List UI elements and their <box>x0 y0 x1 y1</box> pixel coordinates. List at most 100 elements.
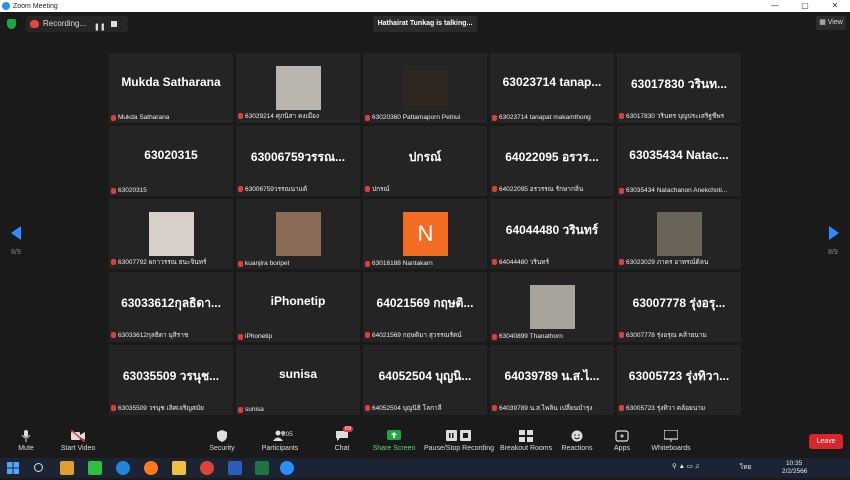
participant-name-label: 63016188 Nantakarn <box>365 260 433 267</box>
tray-icons[interactable]: ⚲ ▲ ▭ ♫ <box>672 463 700 471</box>
page-indicator-left: 8/9 <box>11 249 21 256</box>
participant-tile[interactable]: Mukda Satharana Mukda Satharana <box>109 53 233 123</box>
participant-tile[interactable]: 63035509 วรนุช... 63035509 วรนุช เลิศเจริ… <box>109 345 233 415</box>
muted-mic-icon <box>492 333 497 340</box>
muted-mic-icon <box>111 114 116 121</box>
participant-tile[interactable]: 63035434 Natac... 63035434 Natachanon Ane… <box>617 126 741 196</box>
zoom-logo-icon <box>2 2 10 10</box>
muted-mic-icon <box>111 259 116 265</box>
file-explorer-icon[interactable] <box>172 461 186 475</box>
breakout-rooms-icon <box>519 430 533 442</box>
prev-page-arrow-icon[interactable] <box>11 226 21 240</box>
muted-mic-icon <box>111 187 116 194</box>
participant-tile[interactable]: 63006759วรรณ... 63006759วรรณนาแต้ <box>236 126 360 196</box>
participant-tile[interactable]: iPhonetip iPhonetip <box>236 272 360 342</box>
participant-name-text: sunisa <box>245 406 264 413</box>
recording-label: Recording... <box>43 19 87 28</box>
excel-icon[interactable] <box>255 461 269 475</box>
participant-tile[interactable]: 64022095 อรวร... 64022095 อรวรรณ รักษากลิ… <box>490 126 614 196</box>
participant-name-text: 64022095 อรวรรณ รักษากลิ่น <box>499 186 584 193</box>
maximize-icon[interactable]: ▢ <box>790 0 820 12</box>
breakout-rooms-button[interactable]: Breakout Rooms <box>500 425 552 458</box>
participant-name-text: ปกรณ์ <box>372 186 390 193</box>
participant-tile[interactable]: N 63016188 Nantakarn <box>363 199 487 269</box>
zoom-taskbar-icon[interactable] <box>280 461 294 475</box>
share-screen-label: Share Screen <box>372 445 416 452</box>
participant-tile[interactable]: sunisa sunisa <box>236 345 360 415</box>
participant-tile[interactable]: 63007792 ผกาวรรณ ธนะจินทร์ <box>109 199 233 269</box>
firefox-icon[interactable] <box>144 461 158 475</box>
security-button[interactable]: Security <box>206 425 238 458</box>
muted-mic-icon <box>365 260 370 267</box>
participant-name-label: 64021569 กฤษติมา สุวรรณรัตน์ <box>365 330 462 340</box>
participant-name-label: 63035434 Natachanon Anekchoti... <box>619 187 727 194</box>
participant-display-name: 64021569 กฤษติ... <box>376 296 474 310</box>
chrome-icon[interactable] <box>200 461 214 475</box>
participant-tile[interactable]: 63005723 รุ่งทิวา... 63005723 รุ่งทิวา คล… <box>617 345 741 415</box>
share-screen-icon <box>387 430 401 442</box>
participant-name-label: sunisa <box>238 406 264 413</box>
participant-tile[interactable]: 64044480 วรินทร์ 64044480 วรินทร์ <box>490 199 614 269</box>
participant-display-name: 63007778 รุ่งอรุ... <box>632 296 726 310</box>
participant-name-text: 63005723 รุ่งทิวา คล้อยนาม <box>626 405 706 412</box>
word-icon[interactable] <box>228 461 242 475</box>
muted-mic-icon <box>238 406 243 413</box>
edge-browser-icon[interactable] <box>116 461 130 475</box>
minimize-icon[interactable]: — <box>760 0 790 12</box>
participant-tile[interactable]: kuanjira boripet <box>236 199 360 269</box>
clock-time: 10:35 <box>786 460 803 467</box>
participant-name-text: iPhonetip <box>245 333 273 340</box>
reactions-button[interactable]: Reactions <box>560 425 594 458</box>
participant-name-label: 63020315 <box>111 187 147 194</box>
participant-display-name: ปกรณ์ <box>408 150 442 164</box>
participant-tile[interactable]: 63023029 ภาคร อาทรณ์ดิลน <box>617 199 741 269</box>
pause-recording-icon[interactable]: ❚❚ <box>94 20 106 36</box>
line-app-icon[interactable] <box>88 461 102 475</box>
muted-mic-icon <box>238 186 243 192</box>
chat-button[interactable]: 69 Chat <box>328 425 356 458</box>
whiteboard-icon <box>663 429 679 442</box>
participant-tile[interactable]: 63017830 วรินท... 63017830 วรินทร บุญประเ… <box>617 53 741 123</box>
view-button[interactable]: ▦ View <box>816 16 846 30</box>
participant-name-label: 63029214 ศุภนิสา คงเมือง <box>238 111 319 121</box>
participant-name-label: ปกรณ์ <box>365 184 390 194</box>
next-page-arrow-icon[interactable] <box>829 226 839 240</box>
participant-tile[interactable]: 64052504 บุญนิ... 64052504 บุญนิธิ โลกาลี <box>363 345 487 415</box>
language-indicator[interactable]: ไทย <box>740 464 751 472</box>
participant-display-name: 64039789 น.ส.ไ... <box>504 369 600 383</box>
participant-name-text: 64039789 น.ส.ไพลิน เปลี่ยนบำรุง <box>499 405 593 412</box>
media-player-icon[interactable] <box>60 461 74 475</box>
participant-tile[interactable]: 63040899 Thanathorn <box>490 272 614 342</box>
start-video-button[interactable]: Start Video <box>56 425 100 458</box>
muted-mic-icon <box>238 113 243 119</box>
participant-tile[interactable]: 63020315 63020315 <box>109 126 233 196</box>
participant-tile[interactable]: 64039789 น.ส.ไ... 64039789 น.ส.ไพลิน เปลี… <box>490 345 614 415</box>
stop-recording-icon[interactable] <box>111 21 117 27</box>
participant-display-name: 64052504 บุญนิ... <box>378 369 472 383</box>
close-icon[interactable]: ✕ <box>820 0 850 12</box>
muted-mic-icon <box>492 405 497 411</box>
participant-tile[interactable]: 63033612กุลธิดา... 63033612กุลธิดา มุสิรา… <box>109 272 233 342</box>
participant-tile[interactable]: ปกรณ์ ปกรณ์ <box>363 126 487 196</box>
participant-name-label: 63023714 tanapat makamthong <box>492 114 591 121</box>
participant-display-name: 63023714 tanap... <box>502 75 602 89</box>
windows-start-icon[interactable] <box>6 461 20 475</box>
participants-count: 205 <box>282 431 293 438</box>
participant-tile[interactable]: 63007778 รุ่งอรุ... 63007778 รุ่งอรุณ คล้… <box>617 272 741 342</box>
pause-stop-recording-button[interactable]: Pause/Stop Recording <box>424 425 494 458</box>
participants-button[interactable]: 205 Participants <box>260 425 300 458</box>
participant-tile[interactable]: 63023714 tanap... 63023714 tanapat makamt… <box>490 53 614 123</box>
muted-mic-icon <box>365 114 370 121</box>
participant-tile[interactable]: 63020360 Pattamaporn Petnui <box>363 53 487 123</box>
participant-tile[interactable]: 63029214 ศุภนิสา คงเมือง <box>236 53 360 123</box>
search-icon[interactable] <box>34 463 43 472</box>
participant-name-text: 63023714 tanapat makamthong <box>499 114 591 121</box>
apps-button[interactable]: Apps <box>610 425 634 458</box>
leave-button[interactable]: Leave <box>809 434 843 449</box>
security-shield-icon[interactable] <box>7 19 16 29</box>
share-screen-button[interactable]: Share Screen <box>372 425 416 458</box>
participant-tile[interactable]: 64021569 กฤษติ... 64021569 กฤษติมา สุวรรณ… <box>363 272 487 342</box>
mute-button[interactable]: Mute <box>12 425 40 458</box>
muted-mic-icon <box>492 186 497 192</box>
whiteboards-button[interactable]: Whiteboards <box>650 425 692 458</box>
